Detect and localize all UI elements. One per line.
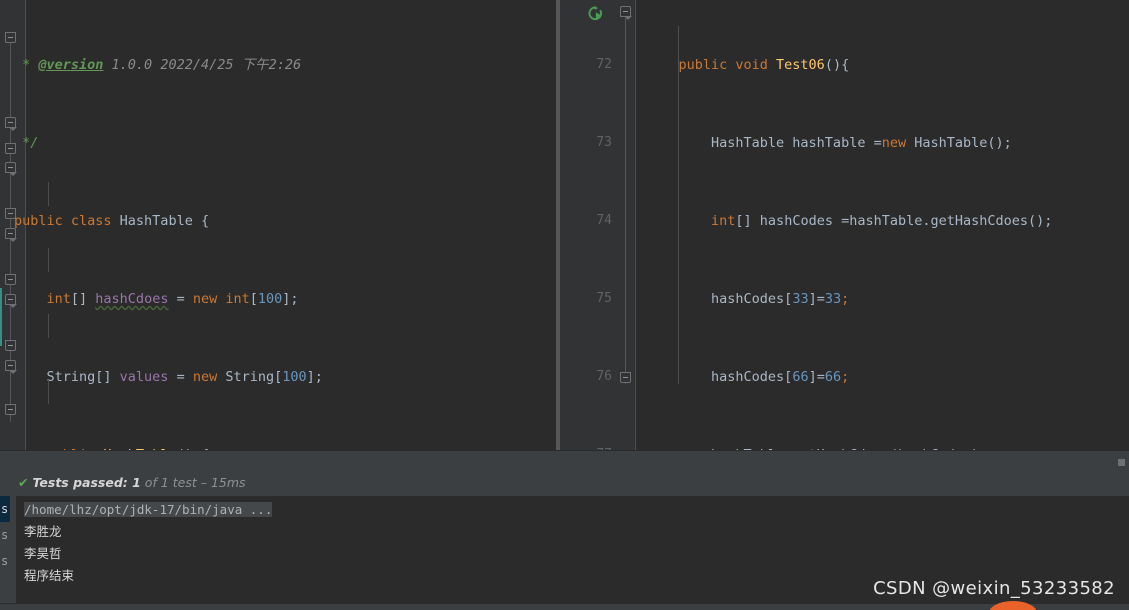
- editor-pane-right[interactable]: 72 public void Test06(){ 73 HashTable ha…: [560, 0, 1129, 450]
- code-line: 76 hashCodes[66]=66;: [560, 364, 1129, 390]
- code-line: int[] hashCdoes = new int[100];: [46, 291, 299, 307]
- checkmark-icon: ✔: [18, 475, 29, 490]
- idea-window: * @version 1.0.0 2022/4/25 下午2:26 */ pub…: [0, 0, 1129, 610]
- test-tree-item[interactable]: s: [0, 522, 10, 548]
- code-line: public class HashTable {: [14, 213, 210, 229]
- console-output-line: 李胜龙: [24, 524, 62, 539]
- status-bar[interactable]: [0, 603, 1129, 610]
- code-line: 72 public void Test06(){: [560, 52, 1129, 78]
- line-number: 77: [560, 442, 612, 450]
- toolwindow-separator[interactable]: [0, 450, 1129, 470]
- console-output-line: 李昊哲: [24, 546, 62, 561]
- resize-grip[interactable]: [1118, 459, 1125, 466]
- code-line: 75 hashCodes[33]=33;: [560, 286, 1129, 312]
- code-line: 73 HashTable hashTable =new HashTable();: [560, 130, 1129, 156]
- code-line: public HashTable() {: [0, 442, 560, 450]
- editor-pane-left[interactable]: * @version 1.0.0 2022/4/25 下午2:26 */ pub…: [0, 0, 560, 450]
- editor-split-area: * @version 1.0.0 2022/4/25 下午2:26 */ pub…: [0, 0, 1129, 450]
- line-number: 74: [596, 213, 612, 228]
- test-tree-item[interactable]: s: [0, 548, 10, 574]
- line-number: 72: [596, 57, 612, 72]
- right-code-layer[interactable]: 72 public void Test06(){ 73 HashTable ha…: [560, 0, 1129, 450]
- test-tree-item[interactable]: s: [0, 496, 10, 522]
- test-status-detail: of 1 test – 15ms: [140, 475, 246, 490]
- test-status-bar: ✔ Tests passed: 1 of 1 test – 15ms: [0, 470, 1129, 496]
- watermark-text: CSDN @weixin_53233582: [873, 578, 1115, 599]
- code-line: 74 int[] hashCodes =hashTable.getHashCdo…: [560, 208, 1129, 234]
- line-number: 76: [596, 369, 612, 384]
- code-line: 77 hashTable.setHashCdoes(hashCodes);: [560, 442, 1129, 450]
- code-line: String[] values = new String[100];: [14, 369, 323, 385]
- code-line: */: [14, 135, 39, 151]
- test-status-main: Tests passed: 1: [32, 475, 141, 490]
- console-command-line: /home/lhz/opt/jdk-17/bin/java ...: [24, 499, 1129, 521]
- code-line: * @version 1.0.0 2022/4/25 下午2:26: [14, 57, 302, 73]
- line-number: 73: [596, 135, 612, 150]
- line-number: 75: [596, 291, 612, 306]
- left-code-layer[interactable]: * @version 1.0.0 2022/4/25 下午2:26 */ pub…: [0, 0, 560, 450]
- console-command: /home/lhz/opt/jdk-17/bin/java ...: [24, 502, 273, 517]
